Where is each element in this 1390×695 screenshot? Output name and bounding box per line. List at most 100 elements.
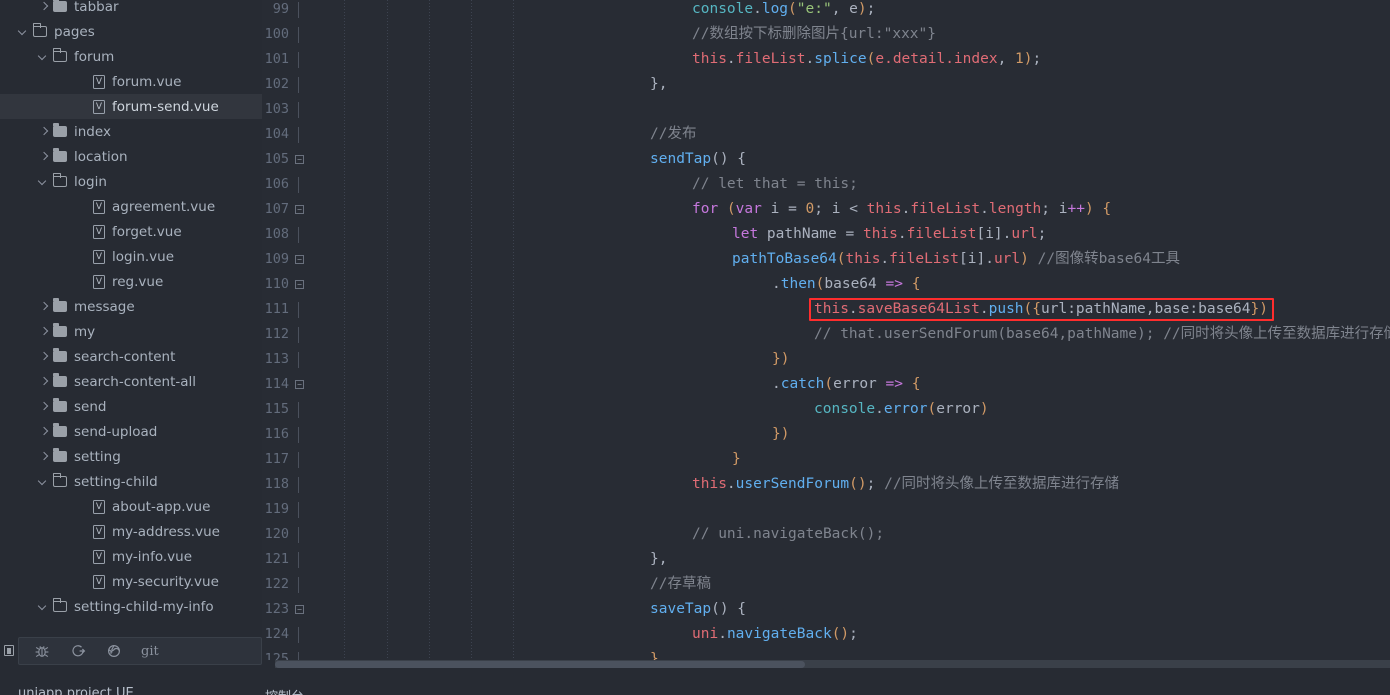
code-line-115[interactable]: console.error(error)	[814, 397, 989, 422]
tree-item-location[interactable]: location	[0, 144, 262, 169]
code-line-116[interactable]: })	[772, 422, 789, 447]
code-line-100[interactable]: //数组按下标删除图片{url:"xxx"}	[692, 22, 936, 47]
tree-item-setting-child-my-info[interactable]: setting-child-my-info	[0, 594, 262, 619]
code-token: .	[985, 251, 994, 267]
scrollbar-thumb[interactable]	[275, 661, 805, 668]
code-token: .	[875, 401, 884, 417]
cloud-deploy-icon[interactable]	[105, 642, 123, 660]
chevron-right-icon[interactable]	[38, 351, 49, 362]
project-panel-toggle[interactable]	[0, 637, 18, 665]
tree-item-send-upload[interactable]: send-upload	[0, 419, 262, 444]
tree-item-my-security-vue[interactable]: Vmy-security.vue	[0, 569, 262, 594]
chevron-right-icon[interactable]	[38, 401, 49, 412]
code-line-106[interactable]: // let that = this;	[692, 172, 858, 197]
tree-item-my-info-vue[interactable]: Vmy-info.vue	[0, 544, 262, 569]
tree-item-forum[interactable]: forum	[0, 44, 262, 69]
code-token: pathToBase64	[732, 251, 837, 267]
chevron-down-icon[interactable]	[18, 26, 29, 37]
run-arrow-icon[interactable]	[69, 642, 87, 660]
git-label[interactable]: git	[141, 644, 159, 659]
tree-item-search-content-all[interactable]: search-content-all	[0, 369, 262, 394]
code-line-114[interactable]: .catch(error => {	[772, 372, 920, 397]
code-line-101[interactable]: this.fileList.splice(e.detail.index, 1);	[692, 47, 1041, 72]
code-line-105[interactable]: sendTap() {	[650, 147, 746, 172]
chevron-down-icon[interactable]	[38, 51, 49, 62]
clipped-status-left: uniapp project UE	[18, 686, 134, 695]
line-number: 113	[264, 351, 289, 367]
tree-item-forum-send-vue[interactable]: Vforum-send.vue	[0, 94, 262, 119]
chevron-right-icon[interactable]	[38, 326, 49, 337]
tree-item-search-content[interactable]: search-content	[0, 344, 262, 369]
line-number: 108	[264, 226, 289, 242]
tree-item-forget-vue[interactable]: Vforget.vue	[0, 219, 262, 244]
code-line-124[interactable]: uni.navigateBack();	[692, 622, 858, 647]
tree-item-login-vue[interactable]: Vlogin.vue	[0, 244, 262, 269]
project-file-tree-panel[interactable]: tabbar pages forum Vforum.vue Vforum-send.vu…	[0, 0, 262, 668]
code-fold-toggle[interactable]: −	[295, 205, 304, 214]
code-line-99[interactable]: console.log("e:", e);	[692, 0, 875, 22]
debug-bug-icon[interactable]	[33, 642, 51, 660]
folder-open-icon	[52, 597, 67, 612]
tree-item-index[interactable]: index	[0, 119, 262, 144]
chevron-down-icon[interactable]	[38, 176, 49, 187]
tree-item-forum-vue[interactable]: Vforum.vue	[0, 69, 262, 94]
chevron-right-icon[interactable]	[38, 151, 49, 162]
code-line-125[interactable]: }	[650, 647, 659, 660]
code-text-area[interactable]: console.log("e:", e);//数组按下标删除图片{url:"xx…	[309, 0, 1390, 660]
chevron-right-icon[interactable]	[38, 1, 49, 12]
code-token: e.detail.index	[875, 51, 998, 67]
tree-item-setting[interactable]: setting	[0, 444, 262, 469]
code-token: ;	[849, 626, 858, 642]
chevron-right-icon[interactable]	[38, 126, 49, 137]
code-line-120[interactable]: // uni.navigateBack();	[692, 522, 884, 547]
tree-item-my[interactable]: my	[0, 319, 262, 344]
folder-closed-icon	[53, 373, 67, 387]
tree-item-about-app-vue[interactable]: Vabout-app.vue	[0, 494, 262, 519]
code-line-121[interactable]: },	[650, 547, 667, 572]
fold-region-line	[298, 402, 299, 418]
code-fold-toggle[interactable]: −	[295, 280, 304, 289]
fold-region-line	[298, 652, 299, 660]
tree-item-setting-child[interactable]: setting-child	[0, 469, 262, 494]
tree-item-pages[interactable]: pages	[0, 19, 262, 44]
code-line-113[interactable]: })	[772, 347, 789, 372]
line-number: 124	[264, 626, 289, 642]
chevron-right-icon[interactable]	[38, 376, 49, 387]
code-line-108[interactable]: let pathName = this.fileList[i].url;	[732, 222, 1046, 247]
tree-item-login[interactable]: login	[0, 169, 262, 194]
code-line-118[interactable]: this.userSendForum(); //同时将头像上传至数据库进行存储	[692, 472, 1119, 497]
code-fold-toggle[interactable]: −	[295, 255, 304, 264]
code-line-117[interactable]: }	[732, 447, 741, 472]
tree-item-reg-vue[interactable]: Vreg.vue	[0, 269, 262, 294]
code-line-111[interactable]: this.saveBase64List.push({url:pathName,b…	[814, 297, 1268, 322]
tree-item-tabbar[interactable]: tabbar	[0, 0, 262, 19]
code-line-112[interactable]: // that.userSendForum(base64,pathName); …	[814, 322, 1390, 347]
tree-item-my-address-vue[interactable]: Vmy-address.vue	[0, 519, 262, 544]
code-fold-toggle[interactable]: −	[295, 155, 304, 164]
chevron-right-icon[interactable]	[38, 451, 49, 462]
line-number-gutter[interactable]: 99 100 101 102 103 104 105−106 107−108 109−110−1…	[262, 0, 309, 660]
chevron-down-icon[interactable]	[38, 476, 49, 487]
code-line-104[interactable]: //发布	[650, 122, 696, 147]
code-line-110[interactable]: .then(base64 => {	[772, 272, 920, 297]
code-fold-toggle[interactable]: −	[295, 380, 304, 389]
chevron-right-icon[interactable]	[38, 426, 49, 437]
chevron-down-icon[interactable]	[38, 601, 49, 612]
code-line-102[interactable]: },	[650, 72, 667, 97]
code-line-122[interactable]: //存草稿	[650, 572, 711, 597]
code-token: (	[836, 251, 846, 267]
code-line-123[interactable]: saveTap() {	[650, 597, 746, 622]
code-editor-pane[interactable]: 99 100 101 102 103 104 105−106 107−108 109−110−1…	[262, 0, 1390, 660]
code-token: this	[866, 201, 902, 217]
code-line-109[interactable]: pathToBase64(this.fileList[i].url) //图像转…	[732, 247, 1180, 272]
chevron-right-icon[interactable]	[38, 301, 49, 312]
code-line-107[interactable]: for (var i = 0; i < this.fileList.length…	[692, 197, 1111, 222]
tree-item-send[interactable]: send	[0, 394, 262, 419]
ide-window: tabbar pages forum Vforum.vue Vforum-send.vu…	[0, 0, 1390, 695]
no-chevron	[78, 76, 89, 87]
fold-region-line	[298, 177, 299, 193]
tool-window-bar[interactable]: git	[18, 637, 262, 665]
tree-item-agreement-vue[interactable]: Vagreement.vue	[0, 194, 262, 219]
tree-item-message[interactable]: message	[0, 294, 262, 319]
code-fold-toggle[interactable]: −	[295, 605, 304, 614]
